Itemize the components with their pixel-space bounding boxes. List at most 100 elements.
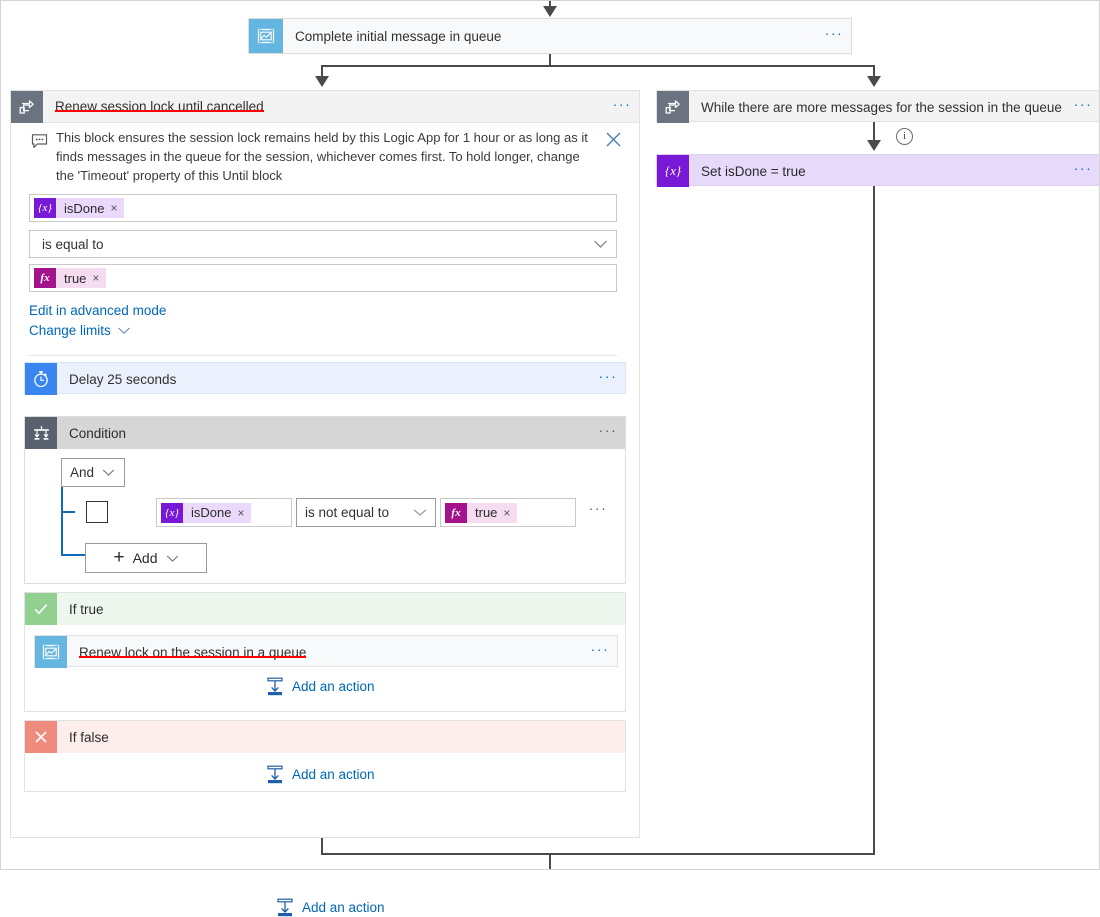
if-true-label: If true [57, 602, 104, 617]
condition-add-button[interactable]: + Add [85, 543, 207, 573]
condition-left-operand-field[interactable]: {x} isDone × [156, 498, 292, 527]
if-true-add-action-button[interactable]: Add an action [266, 677, 375, 696]
variable-icon: {x} [161, 503, 183, 523]
token-remove-button[interactable]: × [503, 506, 510, 520]
action-renew-lock-session[interactable]: Renew lock on the session in a queue ··· [34, 635, 618, 667]
connector-arrow-until [315, 76, 329, 87]
connector-merge-bar [321, 853, 875, 855]
variable-glyph: {x} [665, 163, 681, 179]
overflow-menu-button[interactable]: ··· [583, 644, 617, 660]
while-loop-block[interactable]: While there are more messages for the se… [656, 90, 1100, 122]
until-loop-icon [657, 91, 689, 123]
info-icon[interactable]: i [896, 128, 913, 145]
logic-operator-value: And [70, 465, 94, 480]
until-comment: This block ensures the session lock rema… [22, 124, 630, 185]
stopwatch-icon [25, 363, 57, 395]
change-limits-label: Change limits [29, 323, 111, 338]
action-delay-25-seconds[interactable]: Delay 25 seconds ··· [24, 362, 626, 394]
change-limits-link[interactable]: Change limits [29, 323, 131, 338]
connector-split-bar [321, 65, 875, 67]
action-set-isdone-true[interactable]: {x} Set isDone = true ··· [656, 154, 1100, 186]
condition-tree-vertical [61, 487, 63, 556]
variable-token-isdone[interactable]: {x} isDone × [34, 198, 124, 218]
overflow-menu-button[interactable]: ··· [591, 425, 625, 441]
until-header[interactable]: Renew session lock until cancelled ··· [11, 91, 639, 123]
token-label: true [475, 505, 497, 520]
connector-arrow-top-entry [543, 6, 557, 17]
until-add-action-button[interactable]: Add an action [276, 898, 385, 917]
if-false-branch: If false Add an action [24, 720, 626, 792]
if-true-header: If true [25, 593, 625, 625]
condition-title: Condition [57, 426, 591, 441]
plus-icon: + [113, 551, 124, 565]
action-title: Set isDone = true [689, 164, 1066, 179]
action-title: Renew lock on the session in a queue [67, 645, 306, 660]
token-label: isDone [64, 201, 104, 216]
if-false-header: If false [25, 721, 625, 753]
condition-right-operand-field[interactable]: fx true × [440, 498, 576, 527]
comment-text: This block ensures the session lock rema… [56, 128, 596, 185]
connector-merge-stem [549, 853, 551, 870]
expression-token-true[interactable]: fx true × [445, 503, 517, 523]
condition-branch-icon [25, 417, 57, 449]
function-icon: fx [34, 268, 56, 288]
overflow-menu-button[interactable]: ··· [1066, 163, 1100, 179]
logic-app-designer-canvas: i Complete initial message in queue [0, 0, 1100, 870]
chevron-down-icon [102, 468, 115, 477]
overflow-menu-button[interactable]: ··· [1066, 99, 1100, 115]
operator-value: is equal to [34, 237, 104, 252]
chevron-down-icon [117, 326, 131, 335]
edit-advanced-mode-link[interactable]: Edit in advanced mode [29, 303, 166, 318]
condition-tree-branch-add [61, 554, 85, 556]
connector-while-to-setisdone [873, 122, 875, 142]
connector-left-column-down [321, 838, 323, 854]
condition-logic-operator-dropdown[interactable]: And [61, 458, 125, 487]
condition-operator-dropdown[interactable]: is not equal to [296, 498, 436, 527]
add-button-label: Add [133, 550, 158, 566]
add-action-label: Add an action [292, 679, 375, 694]
insert-action-icon [266, 677, 284, 696]
token-label: isDone [191, 505, 231, 520]
action-title: Delay 25 seconds [57, 372, 591, 387]
close-icon[interactable] [596, 128, 630, 149]
action-complete-initial-message[interactable]: Complete initial message in queue ··· [248, 18, 852, 54]
variable-icon: {x} [34, 198, 56, 218]
condition-block: Condition ··· And {x} isDone × [24, 416, 626, 584]
chevron-down-icon [413, 508, 427, 517]
token-remove-button[interactable]: × [237, 506, 244, 520]
until-operator-dropdown[interactable]: is equal to [29, 230, 617, 258]
service-bus-icon [249, 19, 283, 53]
token-remove-button[interactable]: × [92, 271, 99, 285]
insert-action-icon [276, 898, 294, 917]
if-false-add-action-button[interactable]: Add an action [266, 765, 375, 784]
variable-icon: {x} [657, 155, 689, 187]
action-title: Complete initial message in queue [283, 29, 817, 44]
check-icon [25, 593, 57, 625]
if-true-branch: If true Renew lock on the session in a q… [24, 592, 626, 712]
comment-icon [22, 128, 56, 150]
overflow-menu-button[interactable]: ··· [605, 99, 639, 115]
token-remove-button[interactable]: × [110, 201, 117, 215]
until-block-title: Renew session lock until cancelled [43, 99, 264, 114]
until-divider [29, 355, 617, 356]
connector-arrow-setisdone [867, 140, 881, 151]
chevron-down-icon [166, 554, 179, 563]
variable-token-isdone[interactable]: {x} isDone × [161, 503, 251, 523]
function-icon: fx [445, 503, 467, 523]
condition-row-overflow-menu[interactable]: ··· [581, 503, 615, 519]
chevron-down-icon [593, 239, 612, 249]
expression-token-true[interactable]: fx true × [34, 268, 106, 288]
connector-arrow-while [867, 76, 881, 87]
condition-header[interactable]: Condition ··· [25, 417, 625, 449]
while-block-title: While there are more messages for the se… [689, 100, 1066, 115]
condition-row-checkbox[interactable] [86, 501, 108, 523]
until-left-operand-field[interactable]: {x} isDone × [29, 194, 617, 222]
overflow-menu-button[interactable]: ··· [591, 371, 625, 387]
insert-action-icon [266, 765, 284, 784]
cross-icon [25, 721, 57, 753]
until-right-operand-field[interactable]: fx true × [29, 264, 617, 292]
operator-value: is not equal to [305, 505, 405, 520]
add-action-label: Add an action [292, 767, 375, 782]
condition-tree-branch-row [61, 511, 75, 513]
overflow-menu-button[interactable]: ··· [817, 28, 851, 44]
